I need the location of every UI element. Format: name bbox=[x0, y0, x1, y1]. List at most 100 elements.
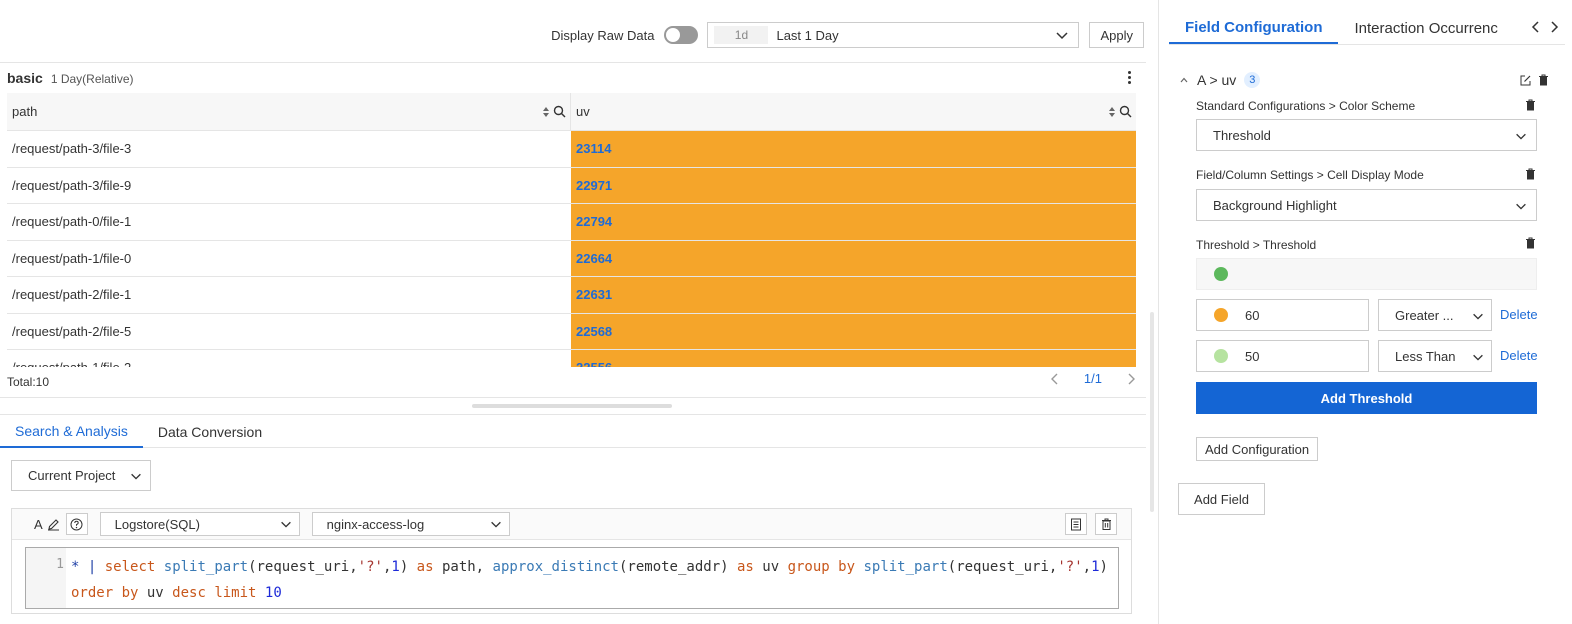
threshold-operator-select[interactable]: Greater ... bbox=[1378, 299, 1492, 331]
sql-code: * | select split_part(request_uri,'?',1)… bbox=[71, 559, 1117, 601]
table-header: path uv bbox=[7, 93, 1136, 131]
threshold-operator-value: Greater ... bbox=[1395, 307, 1454, 323]
store-type-select[interactable]: Logstore(SQL) bbox=[99, 512, 300, 536]
chevron-down-icon bbox=[1473, 354, 1483, 361]
threshold-base bbox=[1196, 258, 1537, 290]
delete-threshold-link[interactable]: Delete bbox=[1500, 348, 1538, 363]
logstore-value: nginx-access-log bbox=[326, 516, 425, 532]
trash-icon[interactable] bbox=[1525, 237, 1536, 249]
raw-data-toggle[interactable] bbox=[664, 26, 699, 44]
field-name: A > uv bbox=[1197, 72, 1237, 88]
chevron-down-icon bbox=[1516, 203, 1526, 210]
threshold-value: 60 bbox=[1245, 308, 1260, 323]
cell-path: /request/path-2/file-5 bbox=[12, 323, 132, 339]
column-header-uv[interactable]: uv bbox=[571, 93, 1136, 130]
chevron-right-icon[interactable] bbox=[1126, 372, 1136, 386]
chevron-up-icon[interactable] bbox=[1179, 75, 1189, 85]
time-range-select[interactable]: 1d Last 1 Day bbox=[707, 22, 1080, 48]
cell-uv: 22971 bbox=[571, 167, 1136, 203]
cell-path: /request/path-2/file-1 bbox=[12, 287, 132, 303]
chevron-down-icon bbox=[1056, 32, 1068, 40]
table-panel: basic 1 Day(Relative) path uv /request/p… bbox=[0, 62, 1146, 398]
copy-button[interactable] bbox=[1065, 513, 1087, 535]
config-label-color-scheme: Standard Configurations > Color Scheme bbox=[1196, 99, 1416, 113]
project-select[interactable]: Current Project bbox=[11, 460, 151, 491]
table-row: /request/path-2/file-1 22631 bbox=[7, 277, 1136, 314]
threshold-color-dot[interactable] bbox=[1214, 349, 1228, 363]
dashboard-area: Display Raw Data 1d Last 1 Day Apply bas… bbox=[0, 0, 1146, 624]
threshold-value-input[interactable]: 50 bbox=[1196, 340, 1369, 372]
query-tabs: Search & Analysis Data Conversion bbox=[0, 414, 1146, 448]
field-header[interactable]: A > uv 3 bbox=[1179, 72, 1549, 88]
threshold-operator-select[interactable]: Less Than bbox=[1378, 340, 1492, 372]
pencil-icon[interactable] bbox=[47, 518, 60, 531]
search-icon[interactable] bbox=[1119, 105, 1132, 118]
logstore-select[interactable]: nginx-access-log bbox=[311, 512, 510, 536]
help-icon bbox=[70, 518, 83, 530]
line-number: 1 bbox=[56, 557, 64, 572]
help-button[interactable] bbox=[65, 513, 88, 535]
cell-uv: 22664 bbox=[571, 240, 1136, 276]
store-type-value: Logstore(SQL) bbox=[114, 516, 200, 532]
chevron-right-icon[interactable] bbox=[1550, 20, 1559, 34]
data-table: path uv /request/path-3/file-3 23114 /re… bbox=[7, 93, 1136, 367]
chevron-left-icon[interactable] bbox=[1531, 20, 1540, 34]
clear-button[interactable] bbox=[1095, 513, 1117, 535]
time-range-value: Last 1 Day bbox=[776, 27, 839, 43]
tab-data-conversion[interactable]: Data Conversion bbox=[143, 415, 277, 448]
table-row: /request/path-3/file-3 23114 bbox=[7, 131, 1136, 168]
sort-icon[interactable] bbox=[542, 106, 550, 118]
cell-display-mode-select[interactable]: Background Highlight bbox=[1196, 189, 1537, 221]
document-icon bbox=[1071, 518, 1081, 530]
tab-field-configuration[interactable]: Field Configuration bbox=[1169, 12, 1339, 44]
threshold-value-input[interactable]: 60 bbox=[1196, 299, 1369, 331]
edit-icon[interactable] bbox=[1519, 74, 1532, 87]
tab-interaction-occurrence[interactable]: Interaction Occurrenc bbox=[1338, 12, 1498, 44]
add-field-button[interactable]: Add Field bbox=[1178, 483, 1265, 515]
trash-icon[interactable] bbox=[1538, 74, 1549, 86]
scrollbar-thumb[interactable] bbox=[1150, 312, 1154, 512]
query-mode-label: A bbox=[34, 516, 43, 532]
time-range-tag: 1d bbox=[714, 26, 769, 44]
color-scheme-select[interactable]: Threshold bbox=[1196, 119, 1537, 151]
cell-uv: 22794 bbox=[571, 204, 1136, 240]
sql-input[interactable]: 1 * | select split_part(request_uri,'?',… bbox=[25, 547, 1119, 609]
trash-icon bbox=[1101, 518, 1111, 530]
apply-button[interactable]: Apply bbox=[1089, 22, 1144, 48]
search-icon[interactable] bbox=[553, 105, 566, 118]
cell-uv: 22568 bbox=[571, 313, 1136, 349]
scrollbar[interactable] bbox=[1146, 0, 1158, 624]
tab-search-analysis[interactable]: Search & Analysis bbox=[0, 415, 143, 448]
chevron-left-icon[interactable] bbox=[1050, 372, 1060, 386]
chevron-down-icon bbox=[1473, 313, 1483, 320]
delete-threshold-link[interactable]: Delete bbox=[1500, 307, 1538, 322]
column-header-path[interactable]: path bbox=[7, 93, 571, 130]
threshold-color-dot[interactable] bbox=[1214, 308, 1228, 322]
add-configuration-button[interactable]: Add Configuration bbox=[1196, 437, 1319, 461]
sort-icon[interactable] bbox=[1108, 106, 1116, 118]
total-count: Total:10 bbox=[7, 375, 50, 389]
cell-path: /request/path-3/file-9 bbox=[12, 177, 132, 193]
resize-handle[interactable] bbox=[472, 404, 672, 408]
add-threshold-button[interactable]: Add Threshold bbox=[1196, 382, 1537, 414]
trash-icon[interactable] bbox=[1525, 99, 1536, 111]
tab-scroll-arrows bbox=[1531, 20, 1559, 34]
panel-title: basic bbox=[7, 70, 43, 86]
color-scheme-value: Threshold bbox=[1213, 127, 1271, 143]
pagination: 1/1 bbox=[1050, 371, 1136, 386]
config-panel: Field Configuration Interaction Occurren… bbox=[1158, 0, 1572, 624]
table-row: /request/path-1/file-0 22664 bbox=[7, 240, 1136, 277]
cell-path: /request/path-3/file-3 bbox=[12, 141, 132, 157]
more-options-icon[interactable] bbox=[1128, 71, 1132, 86]
cell-display-mode-value: Background Highlight bbox=[1213, 197, 1337, 213]
editor-toolbar: A Logstore(SQL) nginx-access-log bbox=[12, 509, 1131, 540]
raw-data-label: Display Raw Data bbox=[551, 27, 655, 43]
cell-uv: 23114 bbox=[571, 131, 1136, 167]
threshold-value: 50 bbox=[1245, 349, 1260, 364]
config-count-badge: 3 bbox=[1244, 72, 1261, 88]
threshold-color-dot[interactable] bbox=[1214, 267, 1228, 281]
table-row: /request/path-1/file-2 22556 bbox=[7, 350, 1136, 367]
query-editor: A Logstore(SQL) nginx-access-log 1 * | s… bbox=[11, 508, 1132, 614]
trash-icon[interactable] bbox=[1525, 168, 1536, 180]
line-gutter: 1 bbox=[26, 548, 66, 608]
